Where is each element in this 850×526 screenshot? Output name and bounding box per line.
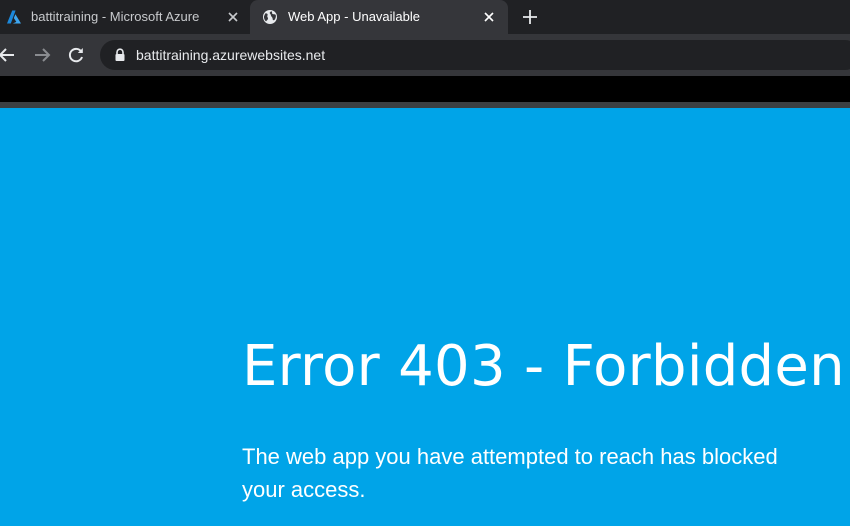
forward-arrow-icon[interactable] (31, 44, 53, 66)
azure-logo-icon (6, 9, 22, 25)
address-bar[interactable]: battitraining.azurewebsites.net (100, 40, 850, 70)
url-text[interactable]: battitraining.azurewebsites.net (136, 47, 325, 63)
page-title: Error 403 - Forbidden (242, 334, 845, 399)
bookmark-bar (0, 76, 850, 102)
error-message: The web app you have attempted to reach … (242, 444, 778, 502)
tab-web-app-unavailable[interactable]: Web App - Unavailable (250, 0, 508, 36)
close-icon[interactable] (481, 9, 497, 25)
back-arrow-icon[interactable] (0, 44, 18, 66)
tab-strip: battitraining - Microsoft Azure Web App … (0, 0, 850, 36)
reload-icon[interactable] (65, 44, 87, 66)
tab-title: battitraining - Microsoft Azure (31, 9, 200, 24)
error-page: Error 403 - Forbidden The web app you ha… (0, 108, 850, 526)
globe-icon (262, 9, 278, 25)
plus-icon[interactable] (521, 8, 539, 26)
lock-icon[interactable] (113, 48, 127, 62)
tab-title: Web App - Unavailable (288, 9, 421, 24)
close-icon[interactable] (225, 9, 241, 25)
browser-toolbar: battitraining.azurewebsites.net (0, 34, 850, 76)
tab-azure-portal[interactable]: battitraining - Microsoft Azure (0, 0, 250, 34)
